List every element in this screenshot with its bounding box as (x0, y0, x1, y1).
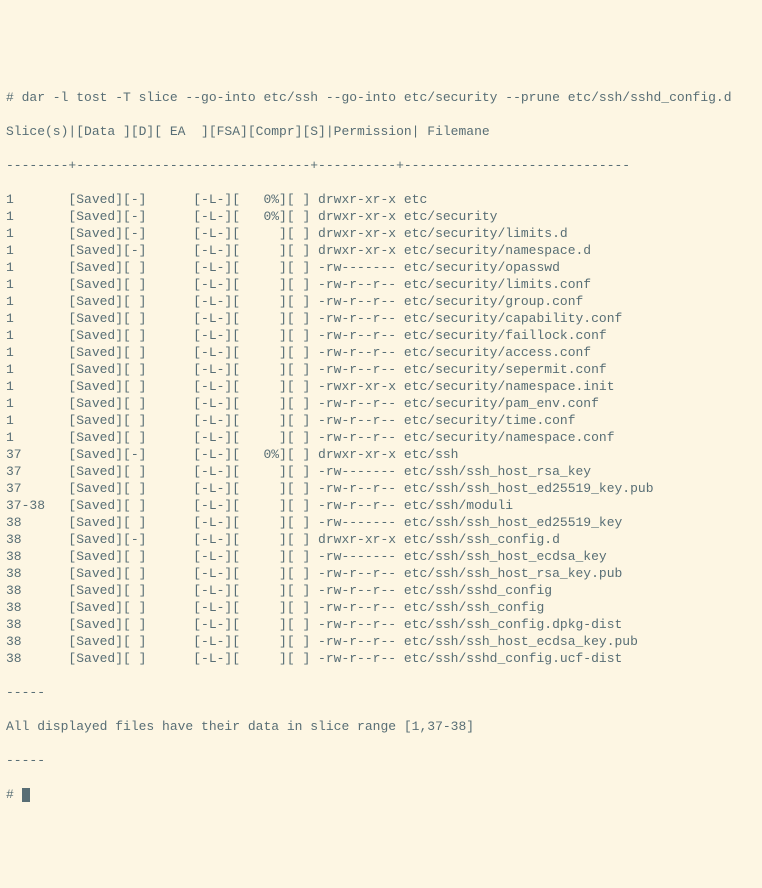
table-row: 1 [Saved][ ] [-L-][ ][ ] -rw-r--r-- etc/… (6, 310, 756, 327)
table-row: 1 [Saved][-] [-L-][ ][ ] drwxr-xr-x etc/… (6, 242, 756, 259)
table-row: 38 [Saved][ ] [-L-][ ][ ] -rw-r--r-- etc… (6, 633, 756, 650)
table-row: 1 [Saved][ ] [-L-][ ][ ] -rw-r--r-- etc/… (6, 344, 756, 361)
footer-message: All displayed files have their data in s… (6, 718, 756, 735)
table-row: 1 [Saved][ ] [-L-][ ][ ] -rw-r--r-- etc/… (6, 412, 756, 429)
table-row: 1 [Saved][ ] [-L-][ ][ ] -rw-r--r-- etc/… (6, 395, 756, 412)
table-row: 37 [Saved][ ] [-L-][ ][ ] -rw-r--r-- etc… (6, 480, 756, 497)
cursor-icon (22, 788, 30, 802)
table-row: 37-38 [Saved][ ] [-L-][ ][ ] -rw-r--r-- … (6, 497, 756, 514)
table-row: 38 [Saved][-] [-L-][ ][ ] drwxr-xr-x etc… (6, 531, 756, 548)
table-row: 1 [Saved][ ] [-L-][ ][ ] -rw-r--r-- etc/… (6, 361, 756, 378)
table-row: 38 [Saved][ ] [-L-][ ][ ] -rw------- etc… (6, 514, 756, 531)
table-row: 1 [Saved][ ] [-L-][ ][ ] -rw-r--r-- etc/… (6, 327, 756, 344)
table-row: 1 [Saved][-] [-L-][ 0%][ ] drwxr-xr-x et… (6, 191, 756, 208)
table-row: 38 [Saved][ ] [-L-][ ][ ] -rw-r--r-- etc… (6, 599, 756, 616)
table-row: 37 [Saved][ ] [-L-][ ][ ] -rw------- etc… (6, 463, 756, 480)
table-header: Slice(s)|[Data ][D][ EA ][FSA][Compr][S]… (6, 123, 756, 140)
footer-dash: ----- (6, 752, 756, 769)
table-body: 1 [Saved][-] [-L-][ 0%][ ] drwxr-xr-x et… (6, 191, 756, 667)
footer-dash: ----- (6, 684, 756, 701)
table-separator: --------+------------------------------+… (6, 157, 756, 174)
table-row: 1 [Saved][ ] [-L-][ ][ ] -rw-r--r-- etc/… (6, 293, 756, 310)
table-row: 38 [Saved][ ] [-L-][ ][ ] -rw-r--r-- etc… (6, 565, 756, 582)
table-row: 38 [Saved][ ] [-L-][ ][ ] -rw-r--r-- etc… (6, 650, 756, 667)
table-row: 1 [Saved][ ] [-L-][ ][ ] -rwxr-xr-x etc/… (6, 378, 756, 395)
table-row: 38 [Saved][ ] [-L-][ ][ ] -rw-r--r-- etc… (6, 616, 756, 633)
table-row: 1 [Saved][ ] [-L-][ ][ ] -rw-r--r-- etc/… (6, 429, 756, 446)
table-row: 1 [Saved][-] [-L-][ ][ ] drwxr-xr-x etc/… (6, 225, 756, 242)
table-row: 1 [Saved][ ] [-L-][ ][ ] -rw------- etc/… (6, 259, 756, 276)
command-line: # dar -l tost -T slice --go-into etc/ssh… (6, 89, 756, 106)
terminal-output: # dar -l tost -T slice --go-into etc/ssh… (6, 72, 756, 803)
table-row: 38 [Saved][ ] [-L-][ ][ ] -rw------- etc… (6, 548, 756, 565)
prompt[interactable]: # (6, 787, 22, 802)
table-row: 37 [Saved][-] [-L-][ 0%][ ] drwxr-xr-x e… (6, 446, 756, 463)
table-row: 38 [Saved][ ] [-L-][ ][ ] -rw-r--r-- etc… (6, 582, 756, 599)
table-row: 1 [Saved][ ] [-L-][ ][ ] -rw-r--r-- etc/… (6, 276, 756, 293)
table-row: 1 [Saved][-] [-L-][ 0%][ ] drwxr-xr-x et… (6, 208, 756, 225)
